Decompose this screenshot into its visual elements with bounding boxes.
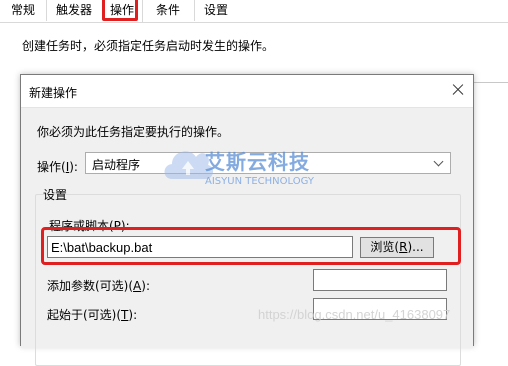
tab-bar: 常规 触发器 操作 条件 设置 <box>0 0 508 23</box>
watermark-brand-en: AISYUN TECHNOLOGY <box>205 176 314 187</box>
dialog-titlebar: 新建操作 <box>21 75 473 107</box>
tab-triggers[interactable]: 触发器 <box>46 0 103 21</box>
actions-description: 创建任务时，必须指定任务启动时发生的操作。 <box>22 39 275 53</box>
dialog-instruction: 你必须为此任务指定要执行的操作。 <box>37 125 230 139</box>
action-label: 操作(I): <box>37 160 78 174</box>
new-action-dialog: 新建操作 你必须为此任务指定要执行的操作。 操作(I): 启动程序 设置 程序或… <box>20 74 474 366</box>
tab-general[interactable]: 常规 <box>0 0 47 21</box>
close-icon[interactable] <box>449 81 467 99</box>
active-tab-highlight-box <box>102 0 138 21</box>
chevron-down-icon <box>433 156 444 167</box>
program-highlight-box <box>41 227 461 265</box>
arguments-input[interactable] <box>313 269 447 291</box>
start-in-label: 起始于(可选)(T): <box>47 308 138 322</box>
settings-group-label: 设置 <box>43 188 68 202</box>
csdn-watermark: https://blog.csdn.net/u_41638097 <box>258 307 451 322</box>
watermark-brand: 艾斯云科技 <box>205 150 310 174</box>
tab-settings[interactable]: 设置 <box>194 0 238 21</box>
arguments-label: 添加参数(可选)(A): <box>47 279 150 293</box>
dialog-title: 新建操作 <box>29 86 78 100</box>
action-select-value: 启动程序 <box>92 158 141 172</box>
tab-conditions[interactable]: 条件 <box>142 0 195 21</box>
